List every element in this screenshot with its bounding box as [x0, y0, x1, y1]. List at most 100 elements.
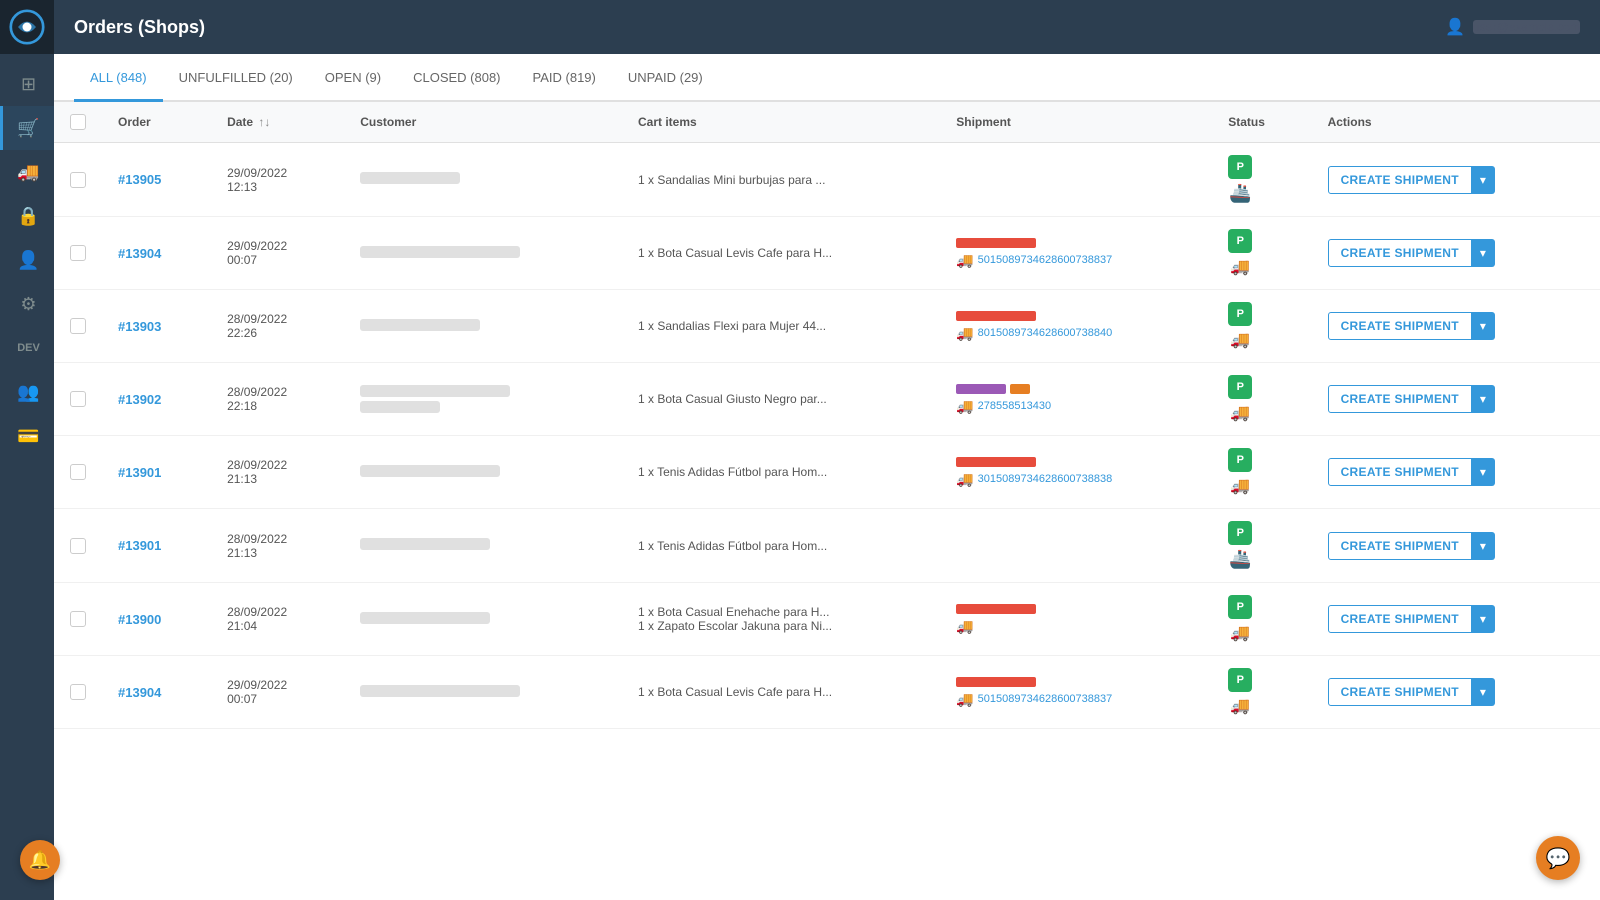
customer-name-blurred [360, 685, 520, 697]
tab-unfulfilled[interactable]: UNFULFILLED (20) [163, 54, 309, 102]
page-title: Orders (Shops) [74, 17, 205, 38]
select-all-header[interactable] [54, 102, 102, 143]
table-row: #13904 29/09/202200:07 1 x Bota Casual L… [54, 217, 1600, 290]
tab-all[interactable]: ALL (848) [74, 54, 163, 102]
tab-open[interactable]: OPEN (9) [309, 54, 397, 102]
create-shipment-dropdown[interactable]: ▾ [1472, 239, 1495, 267]
order-link[interactable]: #13901 [118, 465, 161, 480]
sidebar-item-dev[interactable]: DEV [0, 326, 54, 370]
order-link[interactable]: #13903 [118, 319, 161, 334]
sidebar-item-shipping[interactable]: 🚚 [0, 150, 54, 194]
create-shipment-button[interactable]: CREATE SHIPMENT [1328, 166, 1472, 194]
date-cell: 28/09/202221:13 [211, 436, 344, 509]
tracking-number: 301508973462860073883​8 [978, 473, 1113, 485]
tab-paid[interactable]: PAID (819) [517, 54, 612, 102]
create-shipment-button[interactable]: CREATE SHIPMENT [1328, 532, 1472, 560]
order-link[interactable]: #13902 [118, 392, 161, 407]
row-checkbox[interactable] [70, 538, 86, 554]
create-shipment-button[interactable]: CREATE SHIPMENT [1328, 385, 1472, 413]
order-id-cell: #13902 [102, 363, 211, 436]
customer-cell [344, 143, 622, 217]
date-cell: 28/09/202222:18 [211, 363, 344, 436]
cart-items-cell: 1 x Tenis Adidas Fútbol para Hom... [622, 509, 940, 583]
create-shipment-button[interactable]: CREATE SHIPMENT [1328, 239, 1472, 267]
notification-button[interactable]: 🔔 [20, 840, 60, 880]
customer-cell [344, 656, 622, 729]
shipment-cell: 🚚 278558513430 [940, 363, 1212, 436]
status-cell: P 🚢 [1212, 143, 1311, 217]
order-id-cell: #13904 [102, 656, 211, 729]
row-checkbox[interactable] [70, 391, 86, 407]
status-badge: P [1228, 521, 1252, 545]
ship-icon: 🚚 [1230, 330, 1250, 350]
create-shipment-button[interactable]: CREATE SHIPMENT [1328, 605, 1472, 633]
user-icon: 👤 [1445, 17, 1465, 37]
sidebar-item-dashboard[interactable]: ⊞ [0, 62, 54, 106]
billing-icon: 💳 [17, 426, 39, 447]
create-shipment-dropdown[interactable]: ▾ [1472, 532, 1495, 560]
select-all-checkbox[interactable] [70, 114, 86, 130]
row-checkbox[interactable] [70, 172, 86, 188]
date-cell: 29/09/202200:07 [211, 656, 344, 729]
create-shipment-group: CREATE SHIPMENT ▾ [1328, 532, 1495, 560]
customer-cell [344, 436, 622, 509]
col-date[interactable]: Date ↑↓ [211, 102, 344, 143]
sidebar-item-orders[interactable]: 🛒 [0, 106, 54, 150]
cart-items-cell: 1 x Tenis Adidas Fútbol para Hom... [622, 436, 940, 509]
status-cell: P 🚚 [1212, 290, 1311, 363]
tab-unpaid[interactable]: UNPAID (29) [612, 54, 719, 102]
col-shipment: Shipment [940, 102, 1212, 143]
status-cell: P 🚚 [1212, 583, 1311, 656]
create-shipment-dropdown[interactable]: ▾ [1472, 166, 1495, 194]
create-shipment-button[interactable]: CREATE SHIPMENT [1328, 678, 1472, 706]
table-row: #13901 28/09/202221:13 1 x Tenis Adidas … [54, 509, 1600, 583]
order-link[interactable]: #13904 [118, 685, 161, 700]
order-link[interactable]: #13901 [118, 538, 161, 553]
create-shipment-group: CREATE SHIPMENT ▾ [1328, 678, 1495, 706]
tracking-icon: 🚚 [956, 691, 973, 708]
customer-name-blurred [360, 538, 490, 550]
create-shipment-button[interactable]: CREATE SHIPMENT [1328, 312, 1472, 340]
app-logo[interactable] [0, 0, 54, 54]
ship-icon: 🚚 [1230, 623, 1250, 643]
header-user[interactable]: 👤 user@example.com [1445, 17, 1580, 37]
create-shipment-dropdown[interactable]: ▾ [1472, 605, 1495, 633]
dashboard-icon: ⊞ [21, 74, 36, 95]
sidebar-item-settings[interactable]: ⚙ [0, 282, 54, 326]
tracking-number: 501508973462860073883​7 [978, 693, 1113, 705]
sidebar-item-contacts[interactable]: 👤 [0, 238, 54, 282]
col-actions: Actions [1312, 102, 1600, 143]
sidebar-item-lock[interactable]: 🔒 [0, 194, 54, 238]
row-checkbox[interactable] [70, 684, 86, 700]
sidebar-item-billing[interactable]: 💳 [0, 414, 54, 458]
order-link[interactable]: #13900 [118, 612, 161, 627]
create-shipment-group: CREATE SHIPMENT ▾ [1328, 239, 1495, 267]
row-checkbox[interactable] [70, 245, 86, 261]
row-checkbox[interactable] [70, 464, 86, 480]
order-link[interactable]: #13904 [118, 246, 161, 261]
tracking-icon: 🚚 [956, 618, 973, 635]
row-checkbox[interactable] [70, 318, 86, 334]
cart-items-cell: 1 x Bota Casual Levis Cafe para H... [622, 217, 940, 290]
tracking-number: 278558513430 [978, 400, 1051, 412]
create-shipment-group: CREATE SHIPMENT ▾ [1328, 312, 1495, 340]
create-shipment-dropdown[interactable]: ▾ [1472, 385, 1495, 413]
customer-cell [344, 509, 622, 583]
create-shipment-dropdown[interactable]: ▾ [1472, 678, 1495, 706]
create-shipment-dropdown[interactable]: ▾ [1472, 312, 1495, 340]
order-link[interactable]: #13905 [118, 172, 161, 187]
tab-closed[interactable]: CLOSED (808) [397, 54, 516, 102]
actions-cell: CREATE SHIPMENT ▾ [1312, 217, 1600, 290]
chat-bubble-button[interactable]: 💬 [1536, 836, 1580, 880]
create-shipment-button[interactable]: CREATE SHIPMENT [1328, 458, 1472, 486]
row-checkbox[interactable] [70, 611, 86, 627]
cart-items-cell: 1 x Sandalias Mini burbujas para ... [622, 143, 940, 217]
tracking-icon: 🚚 [956, 325, 973, 342]
tabs-bar: ALL (848) UNFULFILLED (20) OPEN (9) CLOS… [54, 54, 1600, 102]
date-cell: 28/09/202221:13 [211, 509, 344, 583]
lock-icon: 🔒 [17, 206, 39, 227]
sidebar-item-team[interactable]: 👥 [0, 370, 54, 414]
create-shipment-dropdown[interactable]: ▾ [1472, 458, 1495, 486]
customer-name-blurred2 [360, 401, 440, 413]
customer-name-blurred [360, 385, 510, 397]
